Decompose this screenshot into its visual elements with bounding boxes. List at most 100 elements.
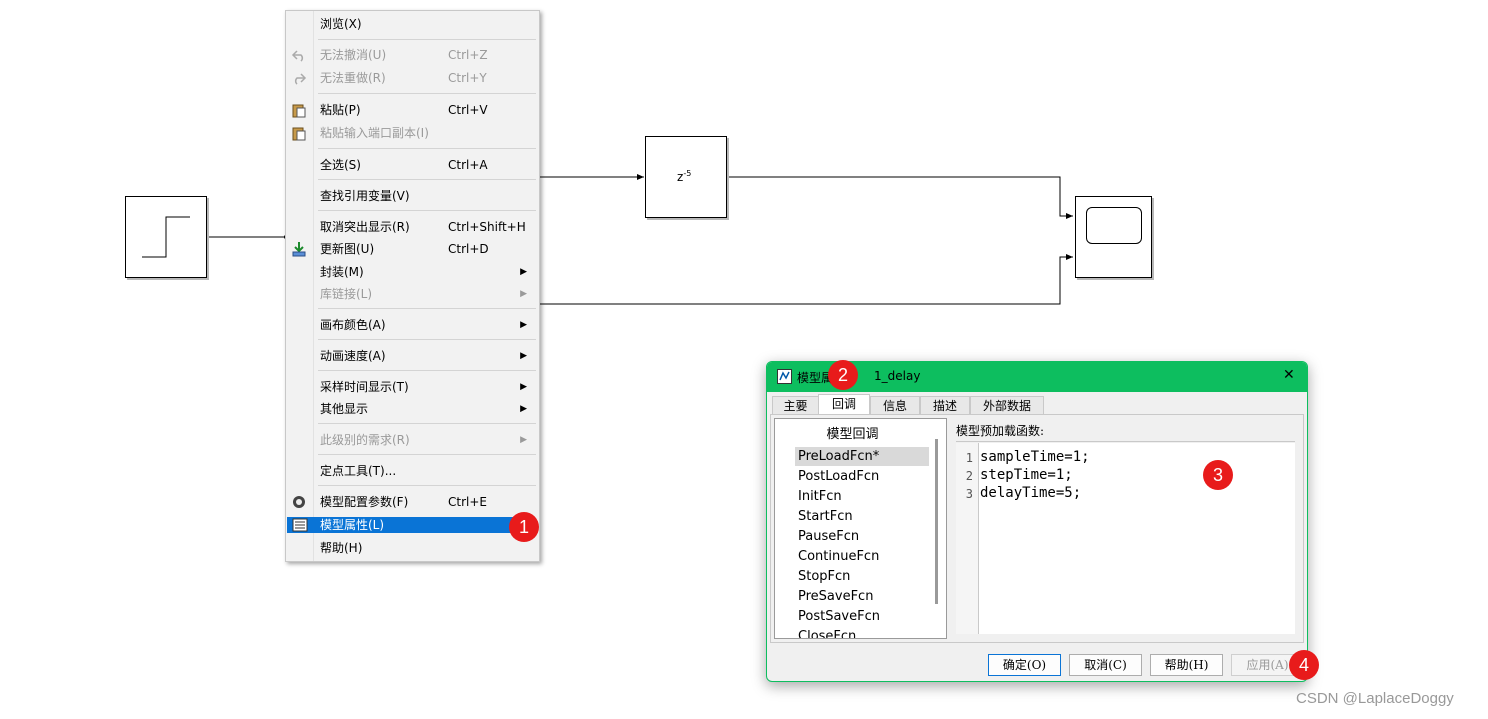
menu-separator bbox=[318, 370, 536, 371]
menu-separator bbox=[318, 39, 536, 40]
menu-item-label: 其他显示 bbox=[320, 402, 369, 416]
menu-item-shortcut: Ctrl+Shift+H bbox=[448, 220, 526, 234]
menu-item[interactable]: 帮助(H) bbox=[286, 537, 539, 559]
menu-item[interactable]: 浏览(X) bbox=[286, 13, 539, 35]
editor-label: 模型预加载函数: bbox=[956, 424, 1045, 438]
menu-item[interactable]: 更新图(U) Ctrl+D bbox=[286, 238, 539, 260]
properties-icon bbox=[292, 517, 308, 533]
gear-icon bbox=[291, 494, 307, 510]
menu-item-label: 无法重做(R) bbox=[320, 71, 386, 85]
submenu-arrow-icon: ▶ bbox=[520, 435, 527, 445]
menu-item[interactable]: 查找引用变量(V) bbox=[286, 185, 539, 207]
menu-item[interactable]: 定点工具(T)... bbox=[286, 460, 539, 482]
submenu-arrow-icon: ▶ bbox=[520, 382, 527, 392]
submenu-arrow-icon: ▶ bbox=[520, 351, 527, 361]
menu-separator bbox=[318, 308, 536, 309]
menu-item[interactable]: 画布颜色(A) ▶ bbox=[286, 314, 539, 336]
menu-item-label: 模型属性(L) bbox=[320, 518, 385, 532]
code-line: stepTime=1; bbox=[980, 467, 1073, 483]
tab-external-data[interactable]: 外部数据 bbox=[970, 396, 1044, 415]
redo-icon bbox=[291, 70, 307, 86]
scope-block[interactable] bbox=[1075, 196, 1152, 278]
submenu-arrow-icon: ▶ bbox=[520, 289, 527, 299]
menu-separator bbox=[318, 148, 536, 149]
menu-separator bbox=[318, 454, 536, 455]
annotation-badge-4: 4 bbox=[1289, 650, 1319, 680]
line-number: 1 bbox=[965, 451, 973, 465]
menu-separator bbox=[318, 339, 536, 340]
menu-item-label: 库链接(L) bbox=[320, 287, 373, 301]
signal-line-direct-to-scope bbox=[538, 254, 1073, 305]
menu-item-label: 粘贴(P) bbox=[320, 103, 361, 117]
tab-label: 回调 bbox=[831, 397, 856, 411]
menu-item[interactable]: 全选(S) Ctrl+A bbox=[286, 154, 539, 176]
step-icon bbox=[142, 216, 190, 258]
callback-list-item[interactable]: CloseFcn bbox=[798, 627, 856, 638]
menu-item[interactable]: 动画速度(A) ▶ bbox=[286, 345, 539, 367]
tab-info[interactable]: 信息 bbox=[870, 396, 920, 415]
menu-item[interactable]: 模型配置参数(F) Ctrl+E bbox=[286, 491, 539, 513]
undo-icon bbox=[291, 47, 307, 63]
menu-item[interactable]: 取消突出显示(R) Ctrl+Shift+H bbox=[286, 216, 539, 238]
menu-item-label: 浏览(X) bbox=[320, 17, 362, 31]
tab-label: 外部数据 bbox=[982, 399, 1031, 413]
callback-list-item[interactable]: PreSaveFcn bbox=[798, 587, 873, 607]
submenu-arrow-icon: ▶ bbox=[520, 320, 527, 330]
delay-block-exponent: -5 bbox=[683, 169, 692, 178]
menu-item[interactable]: 粘贴(P) Ctrl+V bbox=[286, 99, 539, 121]
close-icon[interactable]: ✕ bbox=[1283, 367, 1295, 383]
callback-list-item[interactable]: StartFcn bbox=[798, 507, 853, 527]
callback-list-item[interactable]: ContinueFcn bbox=[798, 547, 879, 567]
menu-separator bbox=[318, 210, 536, 211]
menu-item-label: 更新图(U) bbox=[320, 242, 375, 256]
tab-label: 描述 bbox=[932, 399, 957, 413]
callback-list-item[interactable]: PauseFcn bbox=[798, 527, 859, 547]
context-menu: 浏览(X) 无法撤消(U) Ctrl+Z 无法重做(R) Ctrl+Y 粘贴(P) Ctrl… bbox=[285, 10, 540, 562]
tab-panel: 模型回调 PreLoadFcn* PostLoadFcn InitFcn StartF… bbox=[770, 414, 1304, 643]
menu-item-shortcut: Ctrl+V bbox=[448, 103, 488, 117]
dialog-title-suffix: 1_delay bbox=[874, 369, 921, 383]
menu-item-label: 粘贴输入端口副本(I) bbox=[320, 126, 429, 140]
callback-list-item[interactable]: InitFcn bbox=[798, 487, 842, 507]
annotation-badge-2: 2 bbox=[828, 360, 858, 390]
ok-button[interactable]: 确定(O) bbox=[988, 654, 1061, 676]
watermark: CSDN @LaplaceDoggy bbox=[1296, 690, 1454, 707]
menu-item-label: 封装(M) bbox=[320, 265, 364, 279]
callback-list-item[interactable]: StopFcn bbox=[798, 567, 850, 587]
menu-item-label: 定点工具(T)... bbox=[320, 464, 397, 478]
step-block[interactable] bbox=[125, 196, 207, 278]
menu-item-label: 采样时间显示(T) bbox=[320, 380, 409, 394]
code-editor[interactable]: 1 sampleTime=1; 2 stepTime=1; 3 delayTime=5; bbox=[956, 443, 1295, 634]
submenu-arrow-icon: ▶ bbox=[520, 404, 527, 414]
menu-item-label: 无法撤消(U) bbox=[320, 48, 387, 62]
callback-list[interactable]: 模型回调 PreLoadFcn* PostLoadFcn InitFcn StartF… bbox=[774, 418, 947, 639]
cancel-button[interactable]: 取消(C) bbox=[1069, 654, 1142, 676]
tab-main[interactable]: 主要 bbox=[772, 396, 819, 415]
tab-callbacks[interactable]: 回调 bbox=[818, 394, 870, 416]
menu-separator bbox=[318, 423, 536, 424]
tab-label: 主要 bbox=[783, 399, 808, 413]
signal-line-delay-to-scope bbox=[726, 176, 1073, 219]
menu-item: 库链接(L) ▶ bbox=[286, 283, 539, 305]
callback-list-item[interactable]: PostSaveFcn bbox=[798, 607, 880, 627]
help-button[interactable]: 帮助(H) bbox=[1150, 654, 1223, 676]
menu-item[interactable]: 其他显示 ▶ bbox=[286, 398, 539, 420]
menu-separator bbox=[318, 93, 536, 94]
paste-icon bbox=[291, 102, 307, 118]
menu-item: 无法重做(R) Ctrl+Y bbox=[286, 67, 539, 89]
list-scrollbar[interactable] bbox=[935, 439, 938, 604]
submenu-arrow-icon: ▶ bbox=[520, 267, 527, 277]
menu-item[interactable]: 封装(M) ▶ bbox=[286, 261, 539, 283]
callback-list-item[interactable]: PreLoadFcn* bbox=[798, 447, 879, 467]
delay-block[interactable]: z-5 bbox=[645, 136, 727, 218]
menu-item-label: 查找引用变量(V) bbox=[320, 189, 410, 203]
menu-separator bbox=[318, 179, 536, 180]
callback-list-header: 模型回调 bbox=[826, 427, 879, 442]
callback-list-item[interactable]: PostLoadFcn bbox=[798, 467, 879, 487]
menu-item[interactable]: 采样时间显示(T) ▶ bbox=[286, 376, 539, 398]
menu-item[interactable]: 模型属性(L) bbox=[287, 517, 514, 533]
tab-description[interactable]: 描述 bbox=[920, 396, 970, 415]
divider bbox=[956, 441, 1295, 442]
simulink-app-icon bbox=[777, 369, 792, 384]
annotation-badge-3: 3 bbox=[1203, 460, 1233, 490]
